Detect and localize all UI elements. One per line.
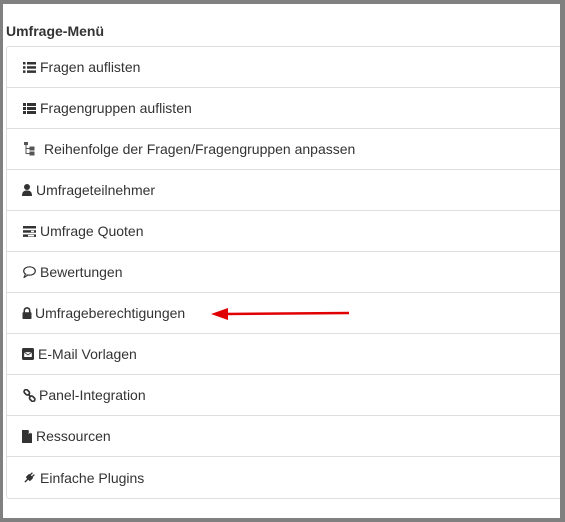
menu-item-resources[interactable]: Ressourcen [7,416,560,457]
list-icon [22,101,36,115]
file-icon [22,429,32,443]
sitemap-icon [22,142,36,156]
menu-item-simple-plugins[interactable]: Einfache Plugins [7,457,560,498]
menu-item-label: Umfrage Quoten [40,223,144,239]
envelope-square-icon [22,347,34,361]
link-icon [22,388,36,402]
list-icon [22,60,36,74]
menu-item-label: Einfache Plugins [40,469,145,486]
menu-item-label: Umfrageteilnehmer [36,182,156,198]
plug-icon [22,471,36,485]
menu-item-list-question-groups[interactable]: Fragengruppen auflisten [7,88,560,129]
lock-icon [22,306,32,320]
menu-item-label: Umfrageberechtigungen [35,305,186,321]
menu-item-participants[interactable]: Umfrageteilnehmer [7,170,560,211]
menu-item-list-questions[interactable]: Fragen auflisten [7,47,560,88]
tasks-icon [22,224,36,238]
menu-item-label: Panel-Integration [39,387,146,403]
menu-item-email-templates[interactable]: E-Mail Vorlagen [7,334,560,375]
survey-menu-list: Fragen auflisten Fragengruppen auflisten [6,46,560,499]
survey-menu-panel: Umfrage-Menü Fragen auflisten Fragengrup… [3,4,560,518]
menu-item-assessments[interactable]: Bewertungen [7,252,560,293]
user-icon [22,183,32,197]
annotation-arrow-icon [211,308,350,320]
menu-item-label: Reihenfolge der Fragen/Fragengruppen anp… [44,141,356,157]
menu-item-quotas[interactable]: Umfrage Quoten [7,211,560,252]
comment-icon [22,265,36,279]
menu-item-reorder[interactable]: Reihenfolge der Fragen/Fragengruppen anp… [7,129,560,170]
menu-item-label: Bewertungen [40,264,123,280]
menu-item-label: E-Mail Vorlagen [38,346,137,362]
menu-item-label: Fragen auflisten [40,59,141,75]
panel-title: Umfrage-Menü [6,23,105,39]
menu-item-label: Fragengruppen auflisten [40,100,192,116]
menu-item-panel-integration[interactable]: Panel-Integration [7,375,560,416]
menu-item-label: Ressourcen [36,428,111,444]
